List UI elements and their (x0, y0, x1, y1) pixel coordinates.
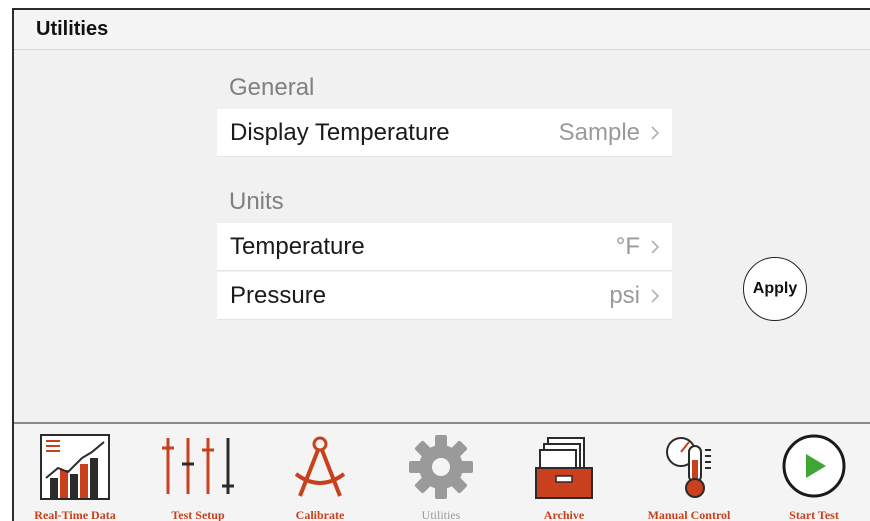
tab-label: Real-Time Data (34, 508, 116, 521)
settings-panel: General Display Temperature Sample Units… (14, 51, 870, 421)
page-title: Utilities (36, 18, 109, 40)
row-label: Display Temperature (230, 119, 450, 146)
tab-label: Test Setup (171, 508, 225, 521)
title-bar: Utilities (14, 10, 870, 50)
apply-button[interactable]: Apply (743, 257, 807, 321)
row-value: °F (615, 233, 640, 260)
tab-calibrate[interactable]: Calibrate (265, 424, 375, 521)
display-temperature-row[interactable]: Display Temperature Sample (217, 109, 672, 157)
row-value: psi (609, 282, 640, 309)
app-window: Utilities General Display Temperature Sa… (12, 8, 870, 521)
tab-manual-control[interactable]: Manual Control (634, 424, 744, 521)
thermometer-gauge-icon (666, 437, 711, 498)
gear-icon (409, 435, 473, 499)
sliders-icon (162, 438, 234, 494)
tab-utilities[interactable]: Utilities (386, 424, 496, 521)
chevron-right-icon (651, 126, 660, 140)
tab-real-time-data[interactable]: Real-Time Data (20, 424, 130, 521)
row-value: Sample (558, 119, 640, 146)
temperature-units-row[interactable]: Temperature °F (217, 223, 672, 271)
tab-label: Manual Control (647, 508, 731, 521)
pressure-units-row[interactable]: Pressure psi (217, 272, 672, 320)
chevron-right-icon (651, 240, 660, 254)
row-label: Temperature (230, 233, 365, 260)
section-header-units: Units (229, 188, 284, 215)
row-label: Pressure (230, 282, 327, 309)
compass-icon (294, 436, 346, 497)
tab-label: Calibrate (295, 508, 345, 521)
play-icon (782, 434, 846, 498)
chart-icon (40, 434, 110, 500)
tab-start-test[interactable]: Start Test (759, 424, 869, 521)
tab-label: Start Test (789, 508, 839, 521)
tab-label: Archive (543, 508, 585, 521)
file-box-icon (535, 437, 593, 499)
section-header-general: General (229, 74, 315, 101)
chevron-right-icon (651, 289, 660, 303)
tab-archive[interactable]: Archive (509, 424, 619, 521)
tab-label: Utilities (421, 508, 461, 521)
bottom-tab-bar: Real-Time Data Test Setup Calibrate Util… (14, 422, 870, 521)
tab-test-setup[interactable]: Test Setup (143, 424, 253, 521)
